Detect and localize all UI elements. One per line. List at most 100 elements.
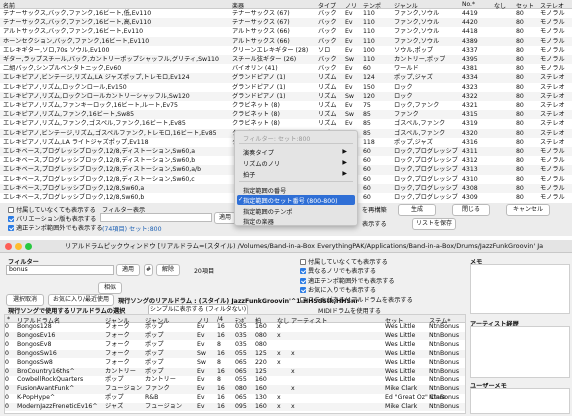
table-cell: BongosEv8 (17, 340, 52, 348)
track-row[interactable]: アルトサックス,バック,ファンク,16ビート,Ev110 アルトサックス (66)… (0, 27, 572, 36)
menu-item-set-range[interactable]: 指定範囲のセット番号 (800-800) (243, 196, 338, 205)
track-row[interactable]: エレキピアノ,リズム,ロックンロール,Ev150 グランドピアノ (1) リズム Ev… (0, 83, 572, 92)
track-cell: 60 (363, 166, 371, 174)
table-row[interactable]: BroCountry16ths^ カントリー ポップ Ev 16 065 125 x Wes L… (5, 367, 465, 376)
track-row[interactable]: エレキピアノ,リズム,ファンク,16ビート,Sw85 クラビネット (8) リズム S… (0, 110, 572, 120)
header-number[interactable]: No.* (462, 1, 475, 8)
table-row[interactable]: Bongos128 フォーク ポップ Ev 16 035 160 x Wes Little Ntn… (5, 323, 465, 331)
track-cell: ロック,プログレッシブ (394, 175, 458, 183)
option-0[interactable]: 付属していなくても表示する (300, 257, 388, 266)
table-cell: 0 (5, 323, 9, 330)
cancel-button[interactable]: キャンセル (506, 204, 550, 216)
track-cell: グランドピアノ (1) (232, 74, 286, 82)
close-button[interactable]: 閉じる (452, 204, 490, 216)
cancel-selection-button[interactable]: 選択取消 (6, 294, 44, 306)
track-row[interactable]: エレキピアノ,リズム,ファンキーロック,16ビート,ルート,Ev75 クラビネット… (0, 101, 572, 110)
filter-input[interactable] (100, 213, 212, 222)
opt-variations[interactable]: バリエーション版も表示する (8, 214, 96, 223)
track-cell: バック (318, 28, 337, 36)
track-row[interactable]: エレキピアノ,ビンテージ,リズム,LA ジャズポップ,トレモロ,Ev124 グラン… (0, 73, 572, 83)
table-row[interactable]: CowbellRockQuarters ポップ カントリー Ev 8 055 160 Wes … (5, 376, 465, 384)
filter-input[interactable]: bonus (6, 265, 114, 275)
track-cell: 4316 (462, 138, 478, 146)
track-cell: Ev (345, 120, 353, 128)
table-cell: 160 (255, 323, 267, 330)
track-cell: ロック,プログレッシブ (394, 157, 458, 165)
menu-item-instrument[interactable]: 指定の楽器 (243, 217, 274, 226)
table-cell: x (291, 367, 295, 375)
table-row[interactable]: BongosSw8 フォーク ポップ Sw 8 065 220 x Wes Little NtnB… (5, 359, 465, 367)
table-cell: x (277, 403, 281, 411)
track-cell: ロック (394, 92, 413, 100)
track-row[interactable]: テナーサックス,バック,ファンク,16ビート,低,Ev110 テナーサックス (6… (0, 9, 572, 18)
track-cell: ポップ,ジャズ (394, 138, 433, 146)
checkbox-icon[interactable] (300, 287, 306, 294)
menu-item-number-range[interactable]: 指定範囲の番号 (243, 186, 286, 195)
track-cell: 85 (363, 120, 371, 128)
rebuild-label[interactable]: を再構築 (362, 205, 387, 214)
menu-item-meter[interactable]: 拍子 ▶ (243, 170, 353, 179)
checkbox-icon[interactable] (300, 277, 306, 284)
table-body[interactable]: Bongos128 フォーク ポップ Ev 16 035 160 x Wes Little Ntn… (5, 323, 465, 413)
table-row[interactable]: K-PopHype^ ポップ R&B Ev 16 065 130 x Ed "Great Oz"… (5, 394, 465, 402)
checkbox-icon[interactable] (300, 268, 306, 275)
table-cell: NtnBonus (429, 349, 460, 357)
apply-button[interactable]: 適用 (116, 264, 140, 276)
track-row[interactable]: ホーンセクション,バック,ファンク,16ビート,Ev110 アルトサックス (66… (0, 36, 572, 46)
column-header[interactable]: * (7, 316, 10, 323)
table-row[interactable]: ModernJazzFreneticEv16^ ジャズ フュージョン Ev 16 095 1… (5, 403, 465, 412)
table-cell: フォーク (105, 340, 130, 348)
opt-tempo-range[interactable]: 適正テンポ範囲外でも表示する (8, 223, 103, 232)
minimize-window-icon[interactable] (15, 243, 22, 250)
menu-item-tempo-range[interactable]: 指定範囲のテンポ (243, 207, 293, 216)
track-cell: ファンク (394, 111, 419, 119)
track-row[interactable]: テナーサックス,バック,ファンク,16ビート,高,Ev110 テナーサックス (6… (0, 18, 572, 28)
favorites-button[interactable]: お気に入り/最近使用 (48, 294, 114, 306)
user-memo-panel[interactable] (470, 388, 570, 414)
track-cell: ファンク,ソウル (394, 19, 440, 27)
apply-button[interactable]: 適用 (214, 212, 236, 224)
track-row[interactable]: エレキピアノ,リズム,ファンク,ゴスペル,ファンク,16ビート,Ev85 クラビネ… (0, 119, 572, 128)
track-row[interactable]: エレキピアノ,リズム,ロックンロールカントリーシャッフル,Sw120 グランドピア… (0, 91, 572, 101)
submenu-arrow-icon: ▶ (342, 170, 347, 177)
table-cell: 125 (255, 349, 267, 357)
table-cell: Ev (197, 331, 205, 339)
table-cell: Ev (197, 376, 205, 384)
track-name: テナーサックス,バック,ファンク,16ビート,高,Ev110 (3, 19, 152, 27)
track-row[interactable]: 二胡バック,シンプルペンタトニック,Ev60 バイオリン (41) バック Ev 60 ワ… (0, 64, 572, 73)
zoom-window-icon[interactable] (25, 243, 32, 250)
menu-item-feel[interactable]: リズムのノリ ▶ (243, 159, 353, 168)
track-cell: 60 (363, 157, 371, 165)
generate-button[interactable]: 生成 (398, 204, 436, 216)
table-row[interactable]: BongosEv8 フォーク ポップ Ev 8 035 080 Wes Little NtnBo… (5, 341, 465, 349)
checkbox-icon[interactable] (8, 207, 14, 213)
table-cell: BongosSw16 (17, 349, 57, 357)
track-row[interactable]: エレキギター,ソロ,70s ソウル,Ev100 クリーンエレキギター (28) ソロ… (0, 46, 572, 55)
close-window-icon[interactable] (5, 243, 12, 250)
checkbox-icon[interactable] (8, 225, 14, 231)
table-row[interactable]: FusionAvantFunk^ フュージョン ファンク Ev 16 080 160 x Mik… (5, 385, 465, 394)
menu-item-play-type[interactable]: 演奏タイプ ▶ (243, 148, 353, 157)
table-row[interactable]: BongosEv16 フォーク ポップ Ev 16 035 080 x Wes Little Nt… (5, 331, 465, 341)
table-cell: 160 (255, 385, 267, 393)
checkbox-icon[interactable] (300, 259, 306, 265)
track-row[interactable]: ギター,ラップスチール,バック,カントリーポップシャッフル,グリティ,Sw110… (0, 55, 572, 65)
option-3[interactable]: お気に入りでも表示する (300, 285, 376, 294)
clear-button[interactable]: 解除 (156, 264, 180, 276)
table-cell: Ev (197, 340, 205, 348)
option-1[interactable]: 異なるノリでも表示する (300, 266, 376, 275)
track-cell: リズム (318, 92, 337, 100)
checkbox-icon[interactable] (8, 216, 14, 222)
save-list-button[interactable]: リストを保存 (412, 218, 456, 230)
hash-button[interactable]: # (144, 264, 153, 276)
count-label: (74項目) セット:800 (102, 226, 162, 233)
track-cell: 80 (516, 37, 524, 45)
table-cell: 220 (255, 358, 267, 366)
column-header[interactable]: /4 (217, 316, 223, 323)
similar-button[interactable]: 相似 (98, 282, 122, 294)
track-cell: モノラル (540, 56, 565, 63)
track-cell: モノラル (540, 37, 565, 45)
opt-not-included[interactable]: 付属していなくても表示する (8, 205, 96, 214)
table-row[interactable]: BongosSw16 フォーク ポップ Sw 16 055 125 x x Wes Little N… (5, 349, 465, 359)
option-2[interactable]: 適正テンポ範囲外でも表示する (300, 276, 395, 285)
